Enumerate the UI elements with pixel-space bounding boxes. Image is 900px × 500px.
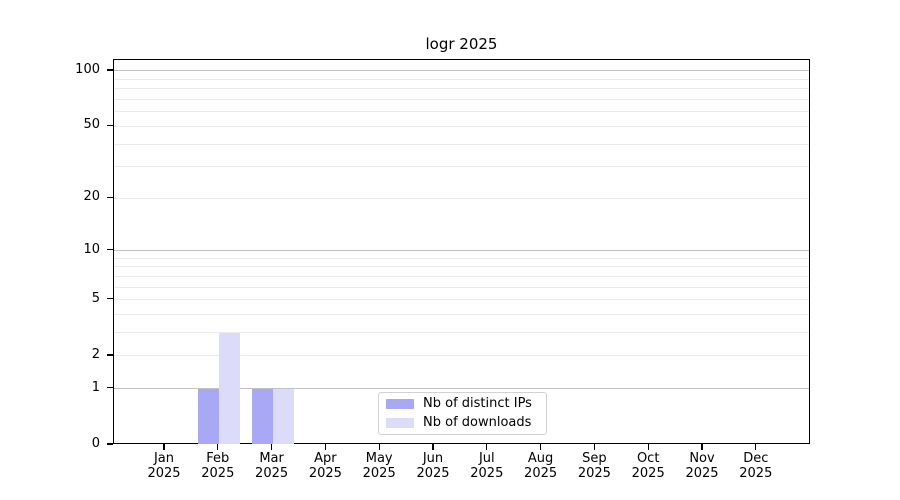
y-tick-label-2: 2 — [40, 347, 100, 363]
gridline-minor — [114, 266, 809, 267]
plot-area — [113, 59, 810, 444]
bar-downloads-mar — [273, 389, 294, 444]
y-tick-mark — [107, 249, 113, 250]
gridline-minor — [114, 166, 809, 167]
x-tick-mark — [486, 444, 487, 450]
bar-distinct-ips-feb — [198, 389, 219, 444]
legend-swatch-distinct-ips — [386, 399, 414, 409]
figure: logr 2025 0125102050100 Jan2025Feb2025Ma… — [0, 0, 900, 500]
y-tick-mark — [107, 125, 113, 126]
x-tick-label-dec: Dec2025 — [724, 451, 788, 481]
gridline-minor — [114, 299, 809, 300]
gridline-minor — [114, 314, 809, 315]
y-tick-label-50: 50 — [40, 117, 100, 133]
legend-label-downloads: Nb of downloads — [423, 416, 531, 430]
y-tick-mark — [107, 387, 113, 388]
gridline-minor — [114, 88, 809, 89]
y-tick-mark — [107, 69, 113, 70]
legend-item-downloads: Nb of downloads — [386, 416, 538, 430]
gridline-major — [114, 70, 809, 71]
gridline-minor — [114, 258, 809, 259]
gridline-minor — [114, 111, 809, 112]
x-tick-mark — [755, 444, 756, 450]
legend: Nb of distinct IPs Nb of downloads — [378, 392, 547, 435]
x-tick-mark — [163, 444, 164, 450]
chart-title: logr 2025 — [113, 35, 810, 53]
gridline-minor — [114, 198, 809, 199]
gridline-minor — [114, 287, 809, 288]
y-tick-label-10: 10 — [40, 242, 100, 258]
gridline-minor — [114, 276, 809, 277]
gridline-minor — [114, 99, 809, 100]
y-tick-label-100: 100 — [40, 62, 100, 78]
y-tick-label-5: 5 — [40, 291, 100, 307]
x-tick-month: Dec — [724, 451, 788, 466]
bar-distinct-ips-mar — [252, 389, 273, 444]
x-tick-mark — [217, 444, 218, 450]
bar-downloads-feb — [219, 333, 240, 444]
x-tick-mark — [701, 444, 702, 450]
gridline-minor — [114, 144, 809, 145]
y-tick-mark — [107, 298, 113, 299]
y-tick-label-20: 20 — [40, 189, 100, 205]
x-tick-mark — [432, 444, 433, 450]
x-tick-mark — [540, 444, 541, 450]
legend-label-distinct-ips: Nb of distinct IPs — [423, 397, 532, 411]
legend-swatch-downloads — [386, 418, 414, 428]
x-tick-mark — [594, 444, 595, 450]
y-tick-mark — [107, 197, 113, 198]
x-tick-year: 2025 — [724, 466, 788, 481]
x-tick-mark — [379, 444, 380, 450]
x-tick-mark — [271, 444, 272, 450]
gridline-major — [114, 250, 809, 251]
x-tick-mark — [648, 444, 649, 450]
x-tick-mark — [325, 444, 326, 450]
gridline-minor — [114, 79, 809, 80]
legend-item-distinct-ips: Nb of distinct IPs — [386, 397, 538, 411]
y-tick-label-0: 0 — [40, 436, 100, 452]
y-tick-mark — [107, 443, 113, 444]
y-tick-label-1: 1 — [40, 380, 100, 396]
y-tick-mark — [107, 354, 113, 355]
gridline-minor — [114, 126, 809, 127]
